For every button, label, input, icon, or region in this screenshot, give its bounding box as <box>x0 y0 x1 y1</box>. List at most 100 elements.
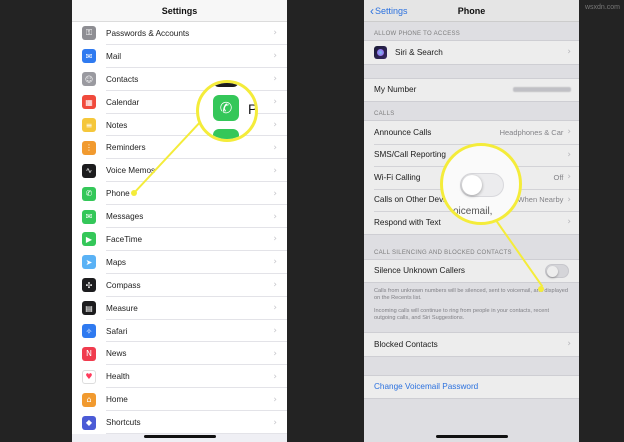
notes-icon: ≡ <box>82 118 96 132</box>
my-number-group: My Number <box>364 77 579 102</box>
chevron-right-icon: › <box>567 172 571 183</box>
section-header-calls: CALLS <box>374 111 395 117</box>
chevron-right-icon: › <box>273 120 277 130</box>
calendar-icon: ▦ <box>82 95 96 110</box>
blocked-contacts-label: Blocked Contacts <box>374 339 438 349</box>
voice-memos-icon: ∿ <box>82 163 96 178</box>
settings-row[interactable]: ✉ Messages › <box>72 205 287 229</box>
magnifier-phone: ✆ P <box>196 80 258 142</box>
calls-row-value: Off <box>553 172 564 182</box>
settings-row-label: Safari <box>106 326 128 336</box>
calls-row[interactable]: Announce Calls Headphones & Car › <box>364 121 579 144</box>
settings-row[interactable]: ✉ Mail › <box>72 44 287 68</box>
settings-screen: Settings ⚿ Passwords & Accounts › ✉ Mail › ☺ Co… <box>72 0 287 442</box>
settings-row[interactable]: ∿ Voice Memos › <box>72 159 287 183</box>
page-title: Phone <box>457 6 486 16</box>
news-icon: N <box>82 346 96 361</box>
calls-row-value: When Nearby <box>517 195 564 205</box>
settings-row-label: Home <box>106 395 128 405</box>
safari-icon: ✧ <box>82 324 96 339</box>
siri-search-row[interactable]: Siri & Search › <box>364 41 579 64</box>
magnified-label: oicemail, <box>453 206 493 217</box>
home-indicator[interactable] <box>143 435 216 438</box>
mail-icon: ✉ <box>82 49 96 64</box>
silence-unknown-callers-toggle[interactable] <box>545 263 569 278</box>
settings-row-label: Compass <box>106 280 141 290</box>
settings-row[interactable]: ⚿ Passwords & Accounts › <box>72 22 287 45</box>
settings-row-label: Passwords & Accounts <box>106 28 190 38</box>
settings-row[interactable]: ◆ Shortcuts › <box>72 411 287 435</box>
settings-row[interactable]: ⋮ Reminders › <box>72 136 287 160</box>
watermark: wsxdn.com <box>584 4 620 11</box>
silence-footnote-2: Incoming calls will continue to ring fro… <box>374 308 550 321</box>
measure-icon: ▤ <box>82 301 96 316</box>
chevron-right-icon: › <box>567 127 571 138</box>
calls-row-label: Announce Calls <box>374 127 432 137</box>
back-button[interactable]: ‹Settings <box>370 0 408 22</box>
chevron-right-icon: › <box>273 165 277 176</box>
messages-icon <box>213 129 239 139</box>
chevron-right-icon: › <box>273 394 277 405</box>
section-header-silencing: CALL SILENCING AND BLOCKED CONTACTS <box>374 249 512 256</box>
chevron-right-icon: › <box>273 417 277 428</box>
settings-row[interactable]: ⌂ Home › <box>72 388 287 412</box>
silence-footnote-1: Calls from unknown numbers will be silen… <box>374 288 569 301</box>
settings-row-label: Contacts <box>106 74 139 84</box>
siri-icon <box>374 45 387 59</box>
settings-row-label: Voice Memos <box>106 166 156 176</box>
chevron-right-icon: › <box>273 326 277 337</box>
blocked-contacts-row[interactable]: Blocked Contacts › <box>364 333 579 356</box>
key-icon: ⚿ <box>82 26 96 41</box>
phone-nav-bar: ‹Settings Phone <box>364 0 579 22</box>
phone-icon: ✆ <box>213 95 239 121</box>
settings-row[interactable]: ✆ Phone › <box>72 182 287 206</box>
chevron-right-icon: › <box>273 348 277 359</box>
chevron-right-icon: › <box>273 97 277 108</box>
phone-icon: ✆ <box>82 186 96 201</box>
silence-unknown-callers-label: Silence Unknown Callers <box>374 266 466 276</box>
silencing-group: Silence Unknown Callers <box>364 258 579 283</box>
settings-row-label: Health <box>106 372 130 382</box>
chevron-left-icon: ‹ <box>370 4 374 18</box>
settings-row[interactable]: ▶ FaceTime › <box>72 228 287 251</box>
messages-icon: ✉ <box>82 209 96 224</box>
settings-row[interactable]: ♥ Health › <box>72 365 287 389</box>
settings-row-label: Reminders <box>106 143 146 153</box>
home-indicator[interactable] <box>435 435 508 438</box>
chevron-right-icon: › <box>567 339 571 350</box>
settings-row[interactable]: ✧ Safari › <box>72 319 287 343</box>
chevron-right-icon: › <box>273 142 277 153</box>
voicemail-group: Change Voicemail Password <box>364 374 579 399</box>
blurred-phone-number <box>513 87 571 93</box>
settings-row-label: News <box>106 349 127 359</box>
health-icon: ♥ <box>82 369 96 384</box>
chevron-right-icon: › <box>273 234 277 245</box>
my-number-row[interactable]: My Number <box>364 79 579 102</box>
chevron-right-icon: › <box>273 188 277 199</box>
silence-unknown-callers-row: Silence Unknown Callers <box>364 260 579 283</box>
settings-row[interactable]: ➤ Maps › <box>72 250 287 274</box>
settings-row[interactable]: ▤ Measure › <box>72 296 287 320</box>
back-button-label: Settings <box>375 6 408 16</box>
maps-icon: ➤ <box>82 255 96 270</box>
chevron-right-icon: › <box>567 217 571 228</box>
calls-row-value: Headphones & Car <box>499 127 564 137</box>
compass-icon: ✣ <box>82 278 96 293</box>
settings-row[interactable]: ✣ Compass › <box>72 273 287 297</box>
settings-row-label: Measure <box>106 303 138 313</box>
chevron-right-icon: › <box>273 211 277 222</box>
change-voicemail-password-row[interactable]: Change Voicemail Password <box>364 376 579 399</box>
chevron-right-icon: › <box>273 28 277 39</box>
chevron-right-icon: › <box>567 149 571 160</box>
settings-row-label: Messages <box>106 212 144 222</box>
chevron-right-icon: › <box>567 194 571 205</box>
settings-row[interactable]: N News › <box>72 342 287 366</box>
settings-row[interactable]: ☺ Contacts › <box>72 67 287 91</box>
chevron-right-icon: › <box>567 47 571 58</box>
settings-row-label: FaceTime <box>106 234 143 244</box>
chevron-right-icon: › <box>273 257 277 268</box>
my-number-label: My Number <box>374 85 417 95</box>
magnified-toggle <box>460 173 504 197</box>
shortcuts-icon: ◆ <box>82 415 96 430</box>
facetime-icon: ▶ <box>82 232 96 247</box>
